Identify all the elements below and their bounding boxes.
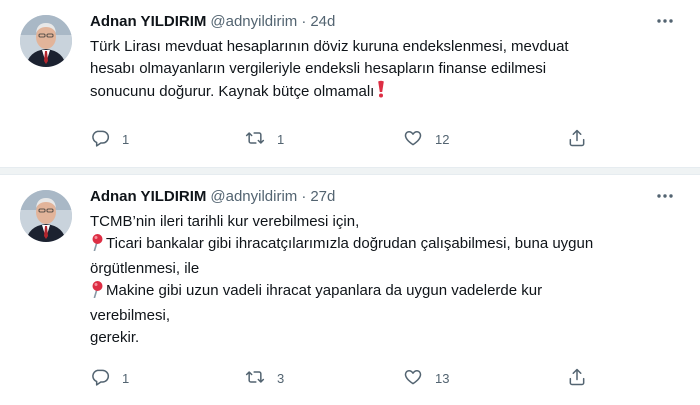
separator-dot: · <box>301 13 307 30</box>
share-button[interactable] <box>567 367 587 390</box>
tweet-text-line: Ticari bankalar gibi ihracatçılarımızla … <box>106 235 594 252</box>
timestamp[interactable]: 27d <box>310 187 335 207</box>
tweet-2[interactable]: Adnan YILDIRIM @adnyildirim · 27d TCMB’n… <box>0 175 700 405</box>
tweet-text-line: örgütlenmesi, ile <box>90 260 200 277</box>
display-name[interactable]: Adnan YILDIRIM <box>90 187 206 207</box>
round-pushpin-icon <box>90 280 104 305</box>
tweet-text-line: verebilmesi, <box>90 307 171 324</box>
tweet-text-line: Türk Lirası mevduat hesaplarının döviz k… <box>90 38 569 55</box>
reply-icon <box>90 128 110 151</box>
like-button[interactable]: 13 <box>403 367 449 390</box>
tweet-header: Adnan YILDIRIM @adnyildirim · 24d <box>90 12 680 32</box>
retweet-icon <box>245 128 265 151</box>
separator-dot: · <box>301 188 307 205</box>
reply-count: 1 <box>122 132 130 147</box>
red-exclamation-icon <box>377 80 385 105</box>
share-icon <box>567 128 587 151</box>
timestamp[interactable]: 24d <box>310 12 335 32</box>
reply-icon <box>90 367 110 390</box>
share-icon <box>567 367 587 390</box>
more-icon <box>655 186 675 211</box>
retweet-count: 3 <box>277 371 285 386</box>
avatar[interactable] <box>20 15 72 67</box>
tweet-text: Türk Lirası mevduat hesaplarının döviz k… <box>90 36 680 105</box>
reply-button[interactable]: 1 <box>90 367 129 390</box>
tweet-1[interactable]: Adnan YILDIRIM @adnyildirim · 24d Türk L… <box>0 0 700 167</box>
display-name[interactable]: Adnan YILDIRIM <box>90 12 206 32</box>
tweet-text: TCMB’nin ileri tarihli kur verebilmesi i… <box>90 211 680 349</box>
more-icon <box>655 11 675 36</box>
tweet-text-line: sonucunu doğurur. Kaynak bütçe olmamalı <box>90 83 375 100</box>
retweet-icon <box>245 367 265 390</box>
like-button[interactable]: 12 <box>403 128 449 151</box>
share-button[interactable] <box>567 128 587 151</box>
user-handle[interactable]: @adnyildirim <box>210 12 297 32</box>
tweet-text-line: hesabı olmayanların vergileriyle endeksl… <box>90 60 547 77</box>
more-button[interactable] <box>650 12 680 34</box>
like-icon <box>403 367 423 390</box>
retweet-button[interactable]: 1 <box>245 128 284 151</box>
reply-count: 1 <box>122 371 130 386</box>
round-pushpin-icon <box>90 233 104 258</box>
more-button[interactable] <box>650 187 680 209</box>
like-icon <box>403 128 423 151</box>
tweet-header: Adnan YILDIRIM @adnyildirim · 27d <box>90 187 680 207</box>
like-count: 13 <box>435 371 450 386</box>
retweet-button[interactable]: 3 <box>245 367 284 390</box>
like-count: 12 <box>435 132 450 147</box>
user-handle[interactable]: @adnyildirim <box>210 187 297 207</box>
tweet-text-line: TCMB’nin ileri tarihli kur verebilmesi i… <box>90 213 360 230</box>
tweet-text-line: gerekir. <box>90 329 140 346</box>
avatar[interactable] <box>20 190 72 242</box>
reply-button[interactable]: 1 <box>90 128 129 151</box>
retweet-count: 1 <box>277 132 285 147</box>
timeline-divider <box>0 167 700 175</box>
tweet-text-line: Makine gibi uzun vadeli ihracat yapanlar… <box>106 282 543 299</box>
